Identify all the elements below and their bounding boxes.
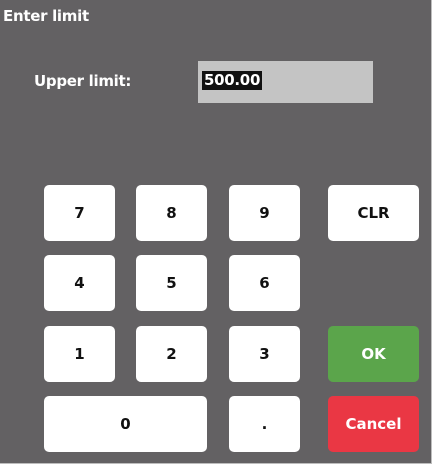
key-4-button[interactable]: 4 xyxy=(44,255,115,311)
clear-button[interactable]: CLR xyxy=(328,185,419,241)
key-8-button[interactable]: 8 xyxy=(136,185,207,241)
key-3-button[interactable]: 3 xyxy=(229,326,300,382)
upper-limit-label: Upper limit: xyxy=(34,72,132,90)
upper-limit-field[interactable]: 500.00 xyxy=(198,61,373,103)
cancel-button[interactable]: Cancel xyxy=(328,396,419,452)
ok-button[interactable]: OK xyxy=(328,326,419,382)
dialog-title: Enter limit xyxy=(3,7,89,25)
key-2-button[interactable]: 2 xyxy=(136,326,207,382)
key-0-button[interactable]: 0 xyxy=(44,396,207,452)
key-9-button[interactable]: 9 xyxy=(229,185,300,241)
decimal-point-button[interactable]: . xyxy=(229,396,300,452)
key-6-button[interactable]: 6 xyxy=(229,255,300,311)
upper-limit-value[interactable]: 500.00 xyxy=(202,71,263,90)
enter-limit-dialog: Enter limit Upper limit: 500.00 7 8 9 CL… xyxy=(0,0,432,464)
key-5-button[interactable]: 5 xyxy=(136,255,207,311)
key-7-button[interactable]: 7 xyxy=(44,185,115,241)
key-1-button[interactable]: 1 xyxy=(44,326,115,382)
